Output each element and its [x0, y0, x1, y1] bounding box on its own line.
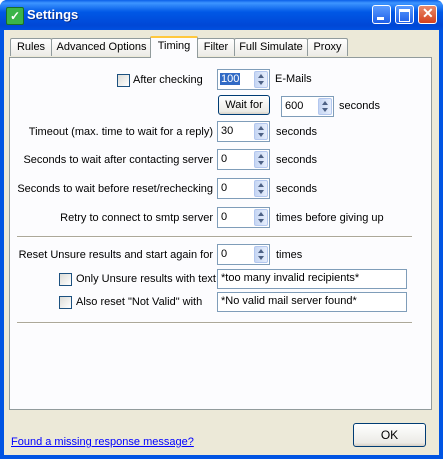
before-reset-spinner[interactable]: 0 — [217, 178, 270, 199]
reset-unsure-spinner[interactable]: 0 — [217, 244, 270, 265]
retry-spinner[interactable]: 0 — [217, 207, 270, 228]
after-contact-unit: seconds — [276, 154, 317, 166]
minimize-icon — [377, 17, 384, 20]
spin-buttons-icon[interactable] — [254, 209, 268, 226]
timeout-spinner[interactable]: 30 — [217, 121, 270, 142]
emails-count-value: 100 — [220, 73, 241, 85]
wait-seconds-value: 600 — [285, 100, 304, 112]
reset-unsure-unit: times — [276, 249, 303, 261]
tab-filter[interactable]: Filter — [197, 38, 235, 56]
after-contact-spinner[interactable]: 0 — [217, 149, 270, 170]
section-divider — [17, 236, 412, 238]
spin-buttons-icon[interactable] — [254, 180, 268, 197]
after-checking-checkbox[interactable] — [117, 74, 130, 87]
title-bar[interactable]: ✓ Settings ✕ — [0, 0, 443, 30]
spin-buttons-icon[interactable] — [318, 98, 332, 115]
retry-label: Retry to connect to smtp server — [60, 212, 213, 224]
spin-buttons-icon[interactable] — [254, 71, 268, 88]
also-reset-text-field[interactable]: *No valid mail server found* — [217, 292, 407, 312]
before-reset-label: Seconds to wait before reset/rechecking — [17, 183, 213, 195]
timeout-label: Timeout (max. time to wait for a reply) — [28, 126, 213, 138]
settings-window: ✓ Settings ✕ Rules Advanced Options Timi… — [0, 0, 443, 459]
emails-unit-label: E-Mails — [275, 73, 312, 85]
close-button[interactable]: ✕ — [418, 5, 437, 24]
tab-rules[interactable]: Rules — [10, 38, 52, 56]
only-unsure-checkbox[interactable] — [59, 273, 72, 286]
close-icon: ✕ — [422, 5, 434, 21]
timeout-value: 30 — [221, 125, 234, 137]
wait-seconds-spinner[interactable]: 600 — [281, 96, 334, 117]
reset-unsure-value: 0 — [221, 248, 228, 260]
after-contact-label: Seconds to wait after contacting server — [23, 154, 213, 166]
also-reset-label: Also reset "Not Valid" with — [76, 296, 203, 308]
tab-timing[interactable]: Timing — [150, 36, 198, 58]
tab-proxy[interactable]: Proxy — [307, 38, 348, 56]
section-divider — [17, 322, 412, 324]
maximize-icon — [399, 9, 410, 22]
spin-buttons-icon[interactable] — [254, 246, 268, 263]
retry-unit: times before giving up — [276, 212, 384, 224]
ok-button[interactable]: OK — [353, 423, 426, 447]
app-icon: ✓ — [6, 7, 24, 25]
maximize-button[interactable] — [395, 5, 414, 24]
reset-unsure-label: Reset Unsure results and start again for — [18, 249, 213, 261]
tab-advanced-options[interactable]: Advanced Options — [51, 38, 152, 56]
timeout-unit: seconds — [276, 126, 317, 138]
tab-full-simulate[interactable]: Full Simulate — [234, 38, 308, 56]
wait-for-button[interactable]: Wait for — [218, 95, 270, 115]
emails-count-spinner[interactable]: 100 — [217, 69, 270, 90]
only-unsure-text-field[interactable]: *too many invalid recipients* — [217, 269, 407, 289]
only-unsure-label: Only Unsure results with text — [76, 273, 216, 285]
spin-buttons-icon[interactable] — [254, 123, 268, 140]
retry-value: 0 — [221, 211, 228, 223]
wait-seconds-unit: seconds — [339, 100, 380, 112]
before-reset-value: 0 — [221, 182, 228, 194]
before-reset-unit: seconds — [276, 183, 317, 195]
window-title: Settings — [27, 7, 79, 22]
also-reset-checkbox[interactable] — [59, 296, 72, 309]
after-checking-label: After checking — [133, 74, 203, 86]
missing-response-link[interactable]: Found a missing response message? — [11, 436, 194, 448]
timing-panel: After checking 100 E-Mails Wait for 600 … — [9, 57, 432, 410]
spin-buttons-icon[interactable] — [254, 151, 268, 168]
dialog-body: Rules Advanced Options Timing Filter Ful… — [4, 30, 439, 455]
after-contact-value: 0 — [221, 153, 228, 165]
minimize-button[interactable] — [372, 5, 391, 24]
